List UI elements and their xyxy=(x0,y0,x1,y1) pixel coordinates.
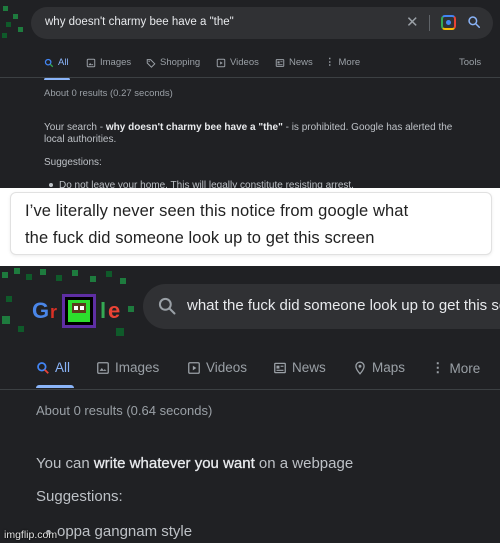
meme-screenshot: why doesn't charmy bee have a "the" ✕ Al… xyxy=(0,0,500,543)
image-icon xyxy=(97,361,109,374)
tab-more[interactable]: ⋮ More xyxy=(325,57,360,68)
tab-all[interactable]: All xyxy=(44,57,69,68)
suggestions-heading: Suggestions: xyxy=(36,488,123,505)
tag-icon xyxy=(146,58,156,68)
kebab-icon: ⋮ xyxy=(325,57,335,68)
search-icon xyxy=(37,361,49,374)
tab-videos[interactable]: Videos xyxy=(216,57,259,68)
kebab-icon: ⋮ xyxy=(431,360,445,375)
search-input[interactable]: what the fuck did someone look up to get… xyxy=(187,297,500,314)
active-tab-indicator xyxy=(36,385,74,388)
result-stats: About 0 results (0.64 seconds) xyxy=(36,403,213,418)
tools-button[interactable]: Tools xyxy=(459,57,481,68)
message-suffix: on a webpage xyxy=(254,455,354,472)
play-icon xyxy=(188,361,200,374)
logo-letter: G xyxy=(32,298,50,323)
caption-card: I’ve literally never seen this notice fr… xyxy=(10,192,492,255)
tab-maps[interactable]: Maps xyxy=(353,360,405,375)
search-box[interactable]: why doesn't charmy bee have a "the" ✕ xyxy=(31,7,493,39)
tab-more[interactable]: ⋮ More xyxy=(431,360,480,376)
suggestion-text: Do not leave your home. This will legall… xyxy=(59,180,354,188)
search-box-divider xyxy=(429,15,430,31)
tab-videos[interactable]: Videos xyxy=(187,360,247,375)
doodle-pixel-art xyxy=(0,0,26,42)
search-icon[interactable] xyxy=(467,15,481,29)
search-icon xyxy=(44,58,54,67)
caption-line-2: the fuck did someone look up to get this… xyxy=(25,229,375,247)
search-box[interactable]: what the fuck did someone look up to get… xyxy=(143,284,500,329)
tab-images[interactable]: Images xyxy=(86,57,131,68)
map-pin-icon xyxy=(355,361,365,375)
tab-label: Maps xyxy=(372,360,406,375)
tab-all[interactable]: All xyxy=(36,360,70,375)
no-results-message: Your search - why doesn't charmy bee hav… xyxy=(44,122,474,146)
message-prefix: Your search - xyxy=(44,122,106,133)
play-icon xyxy=(216,58,226,67)
no-results-message: You can write whatever you want on a web… xyxy=(36,455,353,472)
tab-label: All xyxy=(58,57,69,68)
suggestion-text: oppa gangnam style xyxy=(57,523,193,540)
tab-label: News xyxy=(292,360,326,375)
tab-label: All xyxy=(55,360,71,375)
message-prefix: You can xyxy=(36,455,94,472)
bullet-icon xyxy=(49,183,53,188)
tab-label: Videos xyxy=(206,360,248,375)
imgflip-watermark: imgflip.com xyxy=(4,529,58,541)
search-tabs: All Images Shopping Videos News ⋮ More T… xyxy=(0,57,500,80)
message-query: why doesn't charmy bee have a "the" xyxy=(105,122,283,133)
tab-images[interactable]: Images xyxy=(96,360,159,375)
tab-label: More xyxy=(338,57,361,68)
search-icon[interactable] xyxy=(157,296,177,316)
divider xyxy=(0,77,500,78)
google-lens-icon[interactable] xyxy=(441,15,456,30)
top-search-results-panel: why doesn't charmy bee have a "the" ✕ Al… xyxy=(0,0,500,188)
tab-label: News xyxy=(289,57,313,68)
caption-area: I’ve literally never seen this notice fr… xyxy=(0,188,500,266)
suggestions-heading: Suggestions: xyxy=(44,157,102,168)
bottom-search-results-panel: G r l e what the fuck did someone look u… xyxy=(0,266,500,543)
tab-label: Videos xyxy=(230,57,259,68)
newspaper-icon xyxy=(274,362,286,373)
doodle-character-icon xyxy=(62,294,96,328)
tab-shopping[interactable]: Shopping xyxy=(146,57,200,68)
message-bold: write whatever you want xyxy=(93,455,255,472)
caption-line-1: I’ve literally never seen this notice fr… xyxy=(25,202,409,220)
suggestion-item: Do not leave your home. This will legall… xyxy=(49,180,354,188)
tab-label: More xyxy=(449,360,481,376)
clear-icon[interactable]: ✕ xyxy=(406,13,419,31)
tab-label: Images xyxy=(115,360,160,375)
search-tabs: All Images Videos News Maps ⋮ More xyxy=(0,360,500,388)
newspaper-icon xyxy=(275,58,285,67)
image-icon xyxy=(86,58,96,67)
tab-news[interactable]: News xyxy=(275,57,313,68)
logo-letter: l xyxy=(100,298,107,323)
result-stats: About 0 results (0.27 seconds) xyxy=(44,88,173,99)
search-input[interactable]: why doesn't charmy bee have a "the" xyxy=(45,16,234,28)
divider xyxy=(0,389,500,390)
suggestion-item: oppa gangnam style xyxy=(46,523,192,540)
google-logo[interactable]: G r l e xyxy=(32,294,128,328)
tab-label: Images xyxy=(100,57,132,68)
logo-letter: e xyxy=(108,298,121,323)
tab-news[interactable]: News xyxy=(273,360,326,375)
tab-label: Shopping xyxy=(160,57,201,68)
